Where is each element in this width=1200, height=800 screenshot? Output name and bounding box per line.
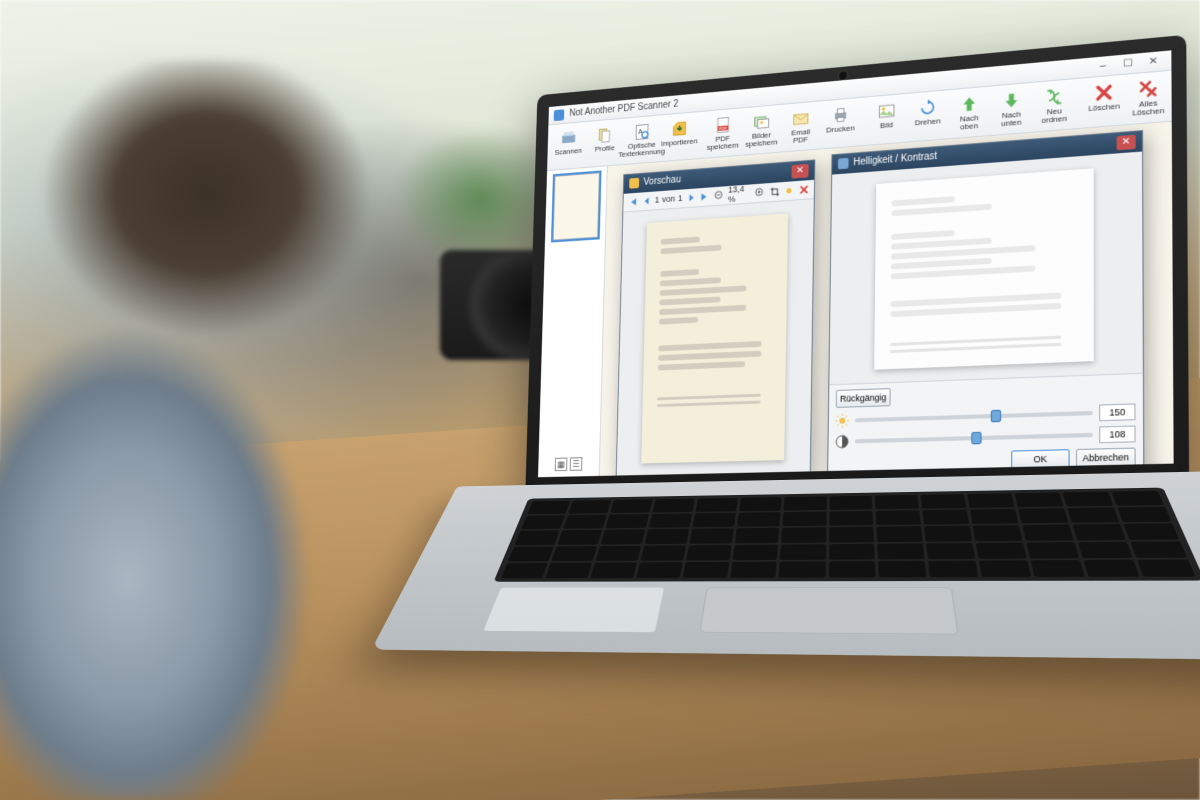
- delete-all-button[interactable]: Alles Löschen: [1127, 74, 1170, 122]
- prev-page-icon[interactable]: [641, 194, 653, 208]
- webcam: [839, 71, 847, 79]
- reorder-icon: [1044, 86, 1065, 108]
- ocr-icon: A: [633, 122, 651, 142]
- move-up-button[interactable]: Nach oben: [949, 90, 989, 136]
- undo-button[interactable]: Rückgängig: [836, 388, 891, 408]
- image-button[interactable]: Bild: [867, 97, 906, 135]
- person-silhouette: [0, 60, 440, 800]
- brightness-slider-row: 150: [835, 403, 1135, 428]
- move-down-button[interactable]: Nach unten: [991, 86, 1032, 133]
- delete-button[interactable]: Löschen: [1083, 78, 1125, 117]
- brightness-value[interactable]: 150: [1099, 403, 1135, 421]
- bc-dialog-title: Helligkeit / Kontrast: [853, 151, 937, 168]
- brightness-icon[interactable]: [783, 183, 795, 197]
- first-page-icon[interactable]: [627, 195, 639, 209]
- trackpad: [699, 587, 958, 634]
- bc-footer: Rückgängig: [828, 373, 1143, 478]
- picture-icon: [877, 101, 897, 122]
- close-button[interactable]: ✕: [1142, 53, 1165, 69]
- laptop-screen: Not Another PDF Scanner 2 – ☐ ✕ Scannen: [538, 50, 1174, 477]
- last-page-icon[interactable]: [699, 190, 711, 204]
- page-separator: von: [662, 194, 675, 204]
- pdf-icon: PDF: [714, 115, 733, 135]
- delete-all-icon: [1138, 78, 1159, 100]
- bc-preview-page: [874, 168, 1094, 369]
- toolbar-separator: [701, 117, 702, 154]
- workspace: ▦ ☰ Vorschau ✕: [538, 121, 1174, 477]
- save-pdf-button[interactable]: PDF PDF speichern: [704, 111, 741, 155]
- zoom-in-icon[interactable]: [754, 186, 766, 200]
- email-pdf-button[interactable]: Email PDF: [782, 104, 820, 149]
- laptop-keyboard: [494, 488, 1200, 582]
- zoom-value: 13,4 %: [728, 184, 752, 205]
- crop-icon[interactable]: [769, 184, 781, 198]
- arrow-up-icon: [959, 93, 979, 114]
- delete-icon: [1094, 82, 1115, 104]
- mail-icon: [791, 108, 810, 129]
- preview-close-button[interactable]: ✕: [791, 164, 808, 179]
- maximize-button[interactable]: ☐: [1116, 56, 1139, 72]
- sun-icon: [836, 413, 850, 427]
- preview-dialog: Vorschau ✕ 1 von 1: [616, 159, 816, 477]
- laptop-screen-bezel: Not Another PDF Scanner 2 – ☐ ✕ Scannen: [525, 35, 1189, 495]
- preview-dialog-title: Vorschau: [643, 175, 681, 188]
- ok-button[interactable]: OK: [1011, 449, 1069, 469]
- page-total: 1: [678, 194, 683, 204]
- contrast-icon: [835, 434, 849, 448]
- profiles-icon: [596, 125, 614, 145]
- bc-button-row: OK Abbrechen: [835, 447, 1136, 472]
- import-icon: [670, 119, 688, 139]
- thumbnail-strip: ▦ ☰: [538, 166, 608, 477]
- bc-dialog-icon: [838, 158, 849, 169]
- arrow-down-icon: [1001, 90, 1021, 112]
- brightness-slider-thumb[interactable]: [991, 409, 1001, 422]
- preview-delete-icon[interactable]: [798, 182, 810, 196]
- preview-body[interactable]: [617, 199, 814, 476]
- scanned-page-preview: [641, 213, 788, 462]
- rotate-icon: [918, 97, 938, 118]
- scan-button[interactable]: Scannen: [551, 125, 586, 160]
- print-button[interactable]: Drucken: [821, 101, 860, 138]
- brightness-slider[interactable]: [855, 411, 1093, 422]
- app-window: Not Another PDF Scanner 2 – ☐ ✕ Scannen: [538, 50, 1174, 477]
- page-current: 1: [655, 195, 660, 205]
- brightness-contrast-dialog: Helligkeit / Kontrast ✕: [827, 130, 1144, 477]
- minimize-button[interactable]: –: [1091, 58, 1114, 74]
- contrast-slider-row: 108: [835, 425, 1135, 449]
- scanner-icon: [560, 128, 578, 148]
- svg-text:PDF: PDF: [719, 125, 727, 131]
- app-icon: [554, 109, 565, 121]
- list-view-icon[interactable]: ☰: [570, 457, 583, 471]
- palm-rest-sticker: [483, 587, 664, 632]
- next-page-icon[interactable]: [685, 191, 697, 205]
- canvas-area: Vorschau ✕ 1 von 1: [600, 121, 1174, 476]
- window-controls: – ☐ ✕: [1091, 53, 1165, 74]
- cancel-button[interactable]: Abbrechen: [1076, 447, 1136, 467]
- print-icon: [831, 105, 850, 126]
- zoom-out-icon[interactable]: [713, 188, 725, 202]
- ocr-button[interactable]: A Optische Texterkennung: [624, 118, 660, 162]
- page-thumbnail[interactable]: [552, 172, 599, 240]
- rotate-button[interactable]: Drehen: [908, 93, 948, 131]
- thumbnail-view-toggles: ▦ ☰: [555, 457, 583, 471]
- import-button[interactable]: Importieren: [661, 115, 698, 151]
- grid-view-icon[interactable]: ▦: [555, 458, 568, 472]
- reorder-button[interactable]: Neu ordnen: [1034, 82, 1075, 129]
- bc-close-button[interactable]: ✕: [1117, 134, 1136, 150]
- preview-dialog-icon: [629, 178, 639, 189]
- laptop-keyboard-deck: [371, 470, 1200, 661]
- bc-body: [829, 151, 1143, 384]
- contrast-value[interactable]: 108: [1099, 425, 1135, 443]
- save-images-button[interactable]: Bilder speichern: [743, 108, 781, 153]
- contrast-slider-thumb[interactable]: [971, 432, 981, 445]
- contrast-slider[interactable]: [855, 433, 1093, 443]
- images-icon: [752, 111, 771, 132]
- laptop: Not Another PDF Scanner 2 – ☐ ✕ Scannen: [481, 29, 1200, 800]
